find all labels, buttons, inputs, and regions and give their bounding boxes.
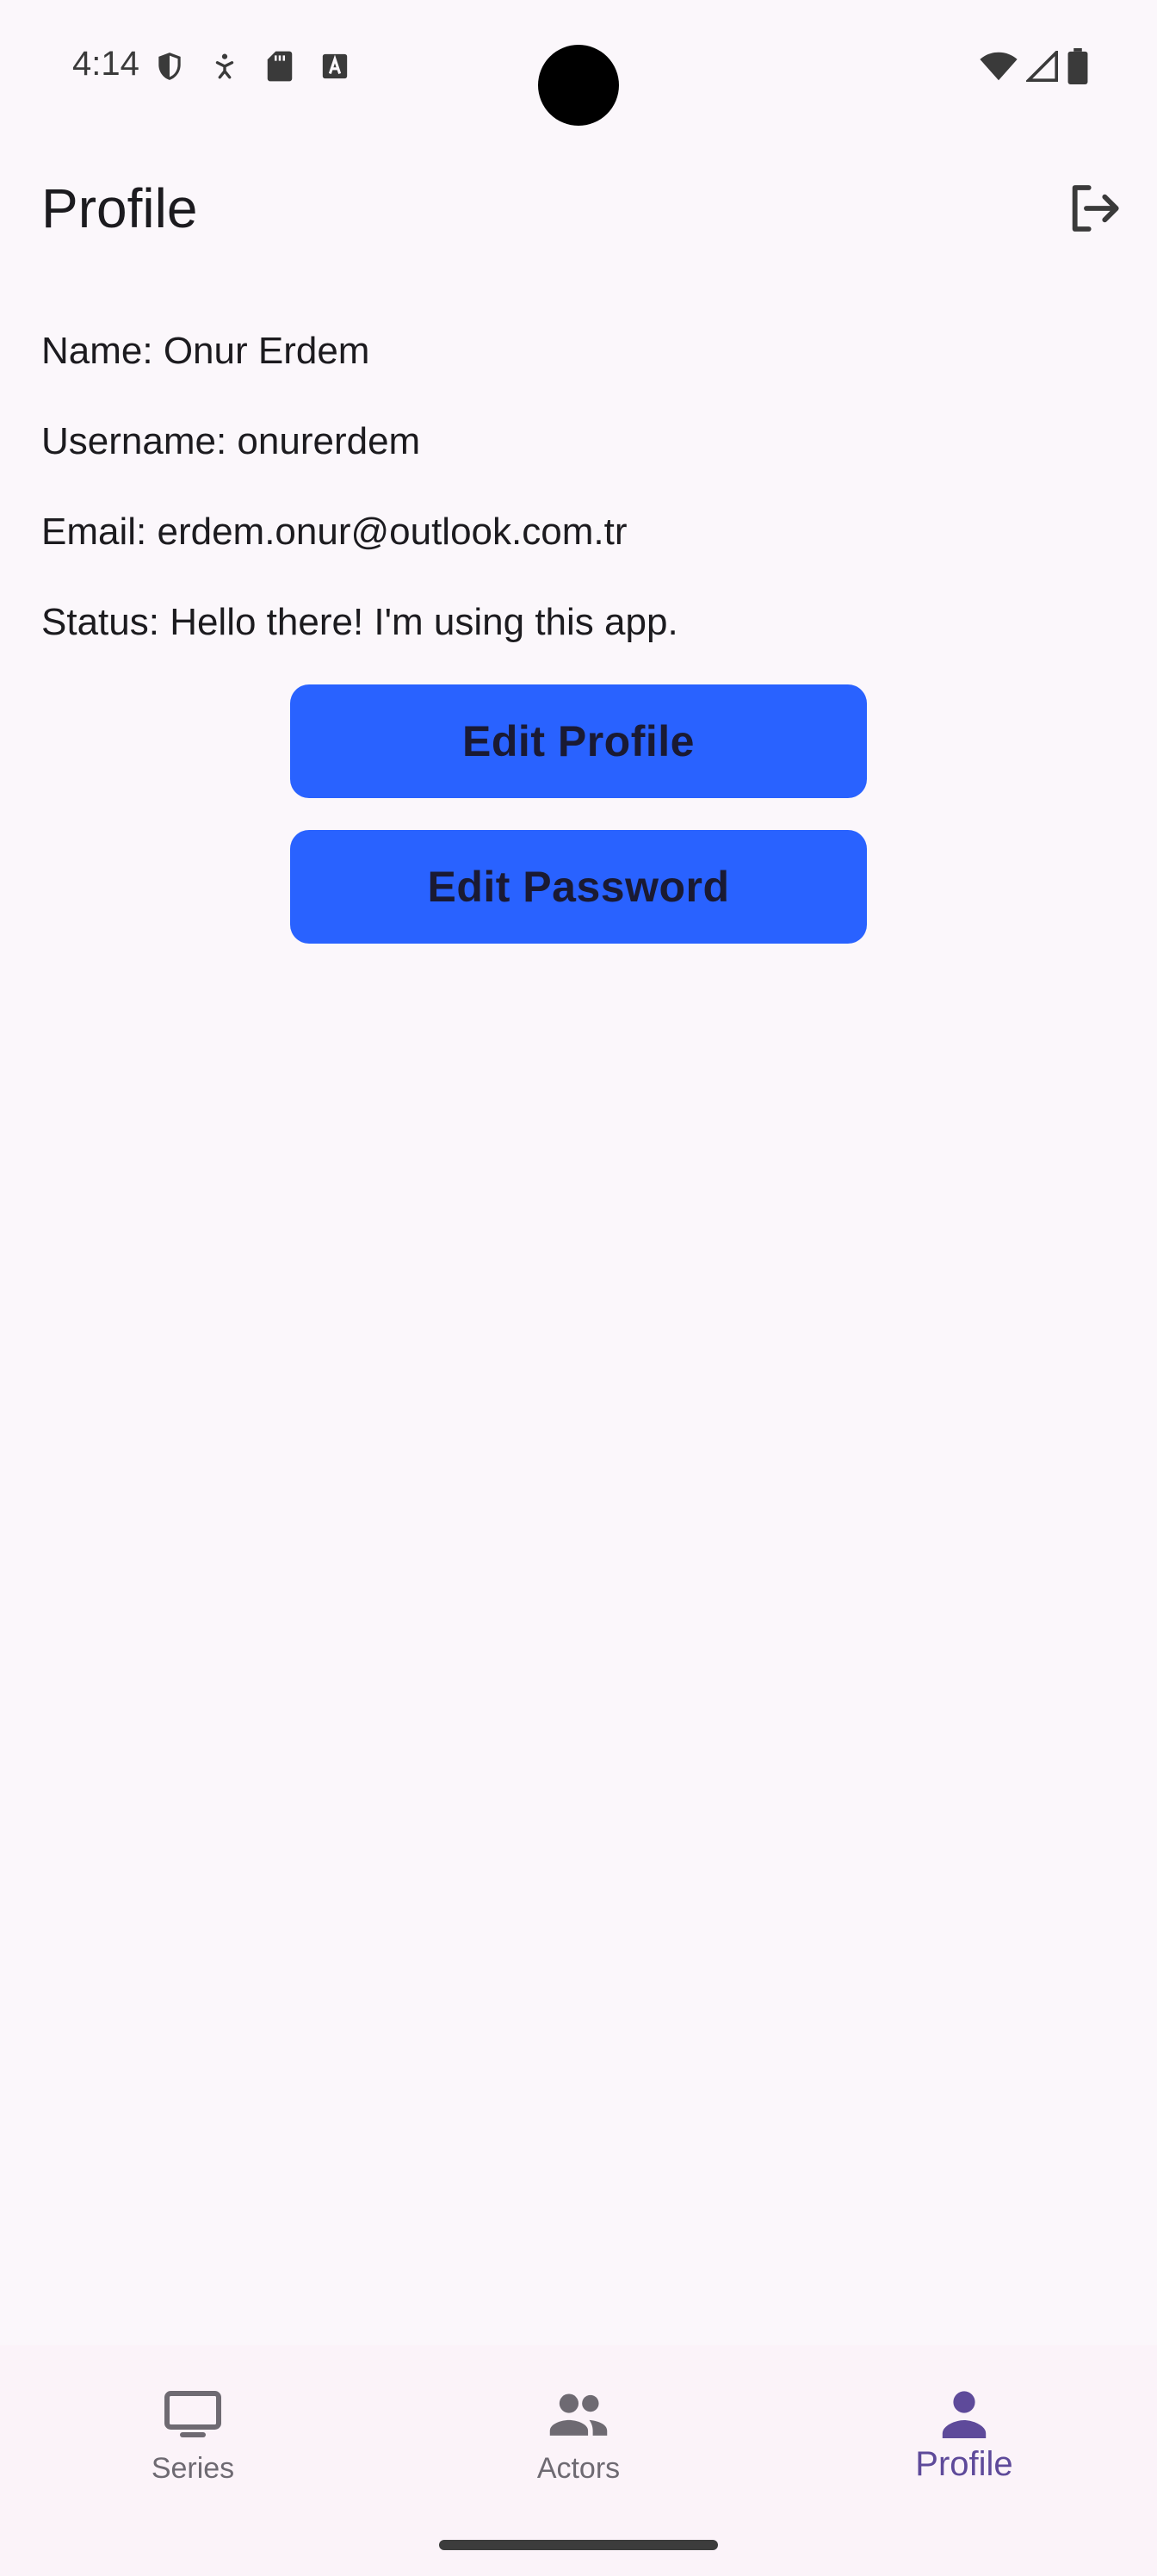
logout-icon (1066, 181, 1121, 240)
status-icons-right (980, 48, 1088, 84)
nav-label-actors: Actors (536, 2452, 621, 2485)
battery-icon (1067, 48, 1088, 84)
email-text: Email: erdem.onur@outlook.com.tr (41, 511, 628, 553)
name-text: Name: Onur Erdem (41, 330, 370, 372)
shield-icon (153, 50, 186, 83)
profile-info: Name: Onur Erdem Username: onurerdem Ema… (41, 324, 1116, 685)
accessibility-icon (208, 50, 241, 83)
status-text: Status: Hello there! I'm using this app. (41, 601, 678, 643)
status-time: 4:14 (72, 45, 139, 83)
nav-item-series[interactable]: Series (0, 2345, 386, 2517)
edit-password-button[interactable]: Edit Password (290, 830, 867, 944)
keyboard-a-icon (319, 50, 351, 83)
tv-icon (158, 2387, 227, 2442)
home-indicator[interactable] (439, 2540, 718, 2550)
wifi-icon (980, 51, 1018, 82)
status-icons-left (153, 50, 351, 83)
nav-item-actors[interactable]: Actors (386, 2345, 771, 2517)
logout-button[interactable] (1061, 177, 1126, 243)
camera-cutout (538, 45, 619, 126)
app-bar: Profile (0, 155, 1157, 262)
username-text: Username: onurerdem (41, 420, 421, 462)
status-bar: 4:14 (0, 0, 1157, 138)
page-title: Profile (41, 177, 198, 239)
person-icon (930, 2387, 999, 2442)
nav-item-profile[interactable]: Profile (771, 2345, 1157, 2517)
profile-screen: 4:14 Profile Name: Onur Erdem Username: … (0, 0, 1157, 2576)
edit-profile-button[interactable]: Edit Profile (290, 684, 867, 798)
sd-card-icon (263, 50, 296, 83)
people-icon (544, 2387, 613, 2442)
signal-icon (1026, 51, 1059, 82)
nav-label-profile: Profile (915, 2445, 1013, 2483)
nav-label-series: Series (151, 2452, 235, 2485)
